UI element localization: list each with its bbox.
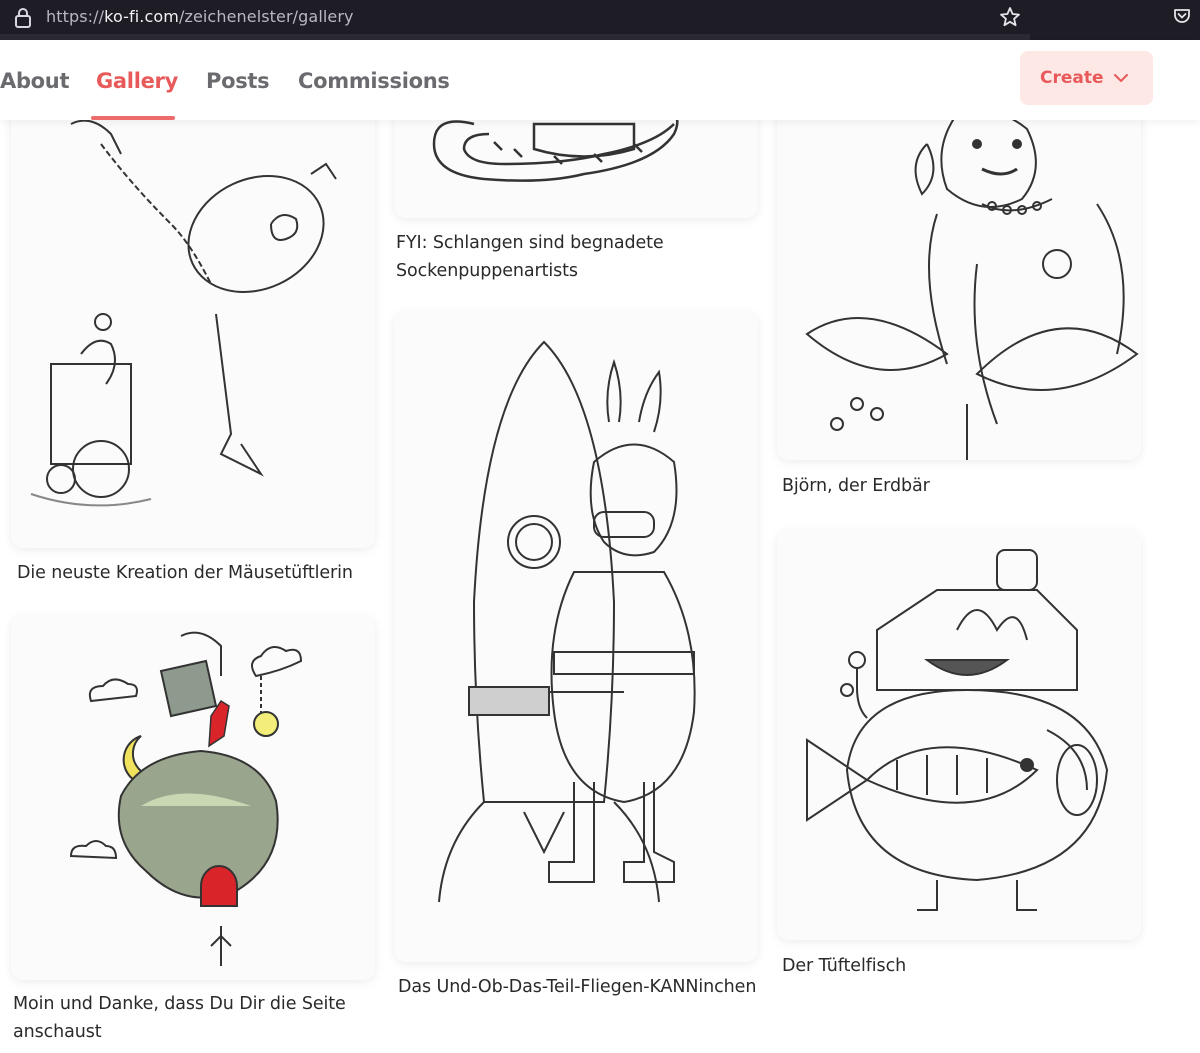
url-scheme: https:// xyxy=(46,7,105,26)
tab-posts[interactable]: Posts xyxy=(206,69,270,93)
chevron-down-icon xyxy=(1114,74,1128,82)
tab-gallery[interactable]: Gallery xyxy=(96,69,178,93)
gallery-item-image[interactable] xyxy=(777,530,1141,940)
gallery-item-image[interactable] xyxy=(394,312,758,962)
address-bar[interactable]: https://ko-fi.com/zeichenelster/gallery xyxy=(0,0,1030,34)
pocket-icon[interactable] xyxy=(1172,6,1192,26)
url-text[interactable]: https://ko-fi.com/zeichenelster/gallery xyxy=(46,7,354,26)
artwork-mouse-inventor xyxy=(30,119,337,507)
artwork-rocket-rabbit xyxy=(438,340,696,903)
create-button[interactable]: Create xyxy=(1020,51,1153,105)
browser-toolbar: https://ko-fi.com/zeichenelster/gallery xyxy=(0,0,1200,40)
bookmark-star-icon[interactable] xyxy=(998,5,1022,29)
artwork-tinker-fish xyxy=(806,549,1109,911)
gallery-item-caption[interactable]: Moin und Danke, dass Du Dir die Seite an… xyxy=(13,990,373,1046)
create-button-label: Create xyxy=(1040,68,1104,88)
gallery-item-image[interactable] xyxy=(394,104,758,218)
gallery-item-caption[interactable]: Björn, der Erdbär xyxy=(782,472,1142,500)
url-host: ko-fi.com xyxy=(104,7,179,26)
tab-about[interactable]: About xyxy=(0,69,70,93)
active-tab-indicator xyxy=(91,116,175,120)
artwork-bear-plant xyxy=(805,110,1139,460)
url-path: /zeichenelster/gallery xyxy=(178,7,354,26)
gallery-item-image[interactable] xyxy=(777,104,1141,460)
tab-commissions[interactable]: Commissions xyxy=(298,69,450,93)
artwork-floating-island xyxy=(69,631,303,966)
gallery-item-image[interactable] xyxy=(11,616,375,980)
artwork-snake xyxy=(432,104,679,182)
gallery-item-caption[interactable]: Der Tüftelfisch xyxy=(782,952,1142,980)
gallery-item-image[interactable] xyxy=(11,104,375,548)
gallery-item-caption[interactable]: FYI: Schlangen sind begnadete Sockenpupp… xyxy=(396,229,756,285)
gallery-item-caption[interactable]: Das Und-Ob-Das-Teil-Fliegen-KANNinchen xyxy=(398,973,758,1001)
lock-icon[interactable] xyxy=(13,7,33,29)
gallery-item-caption[interactable]: Die neuste Kreation der Mäusetüftlerin xyxy=(17,559,377,587)
